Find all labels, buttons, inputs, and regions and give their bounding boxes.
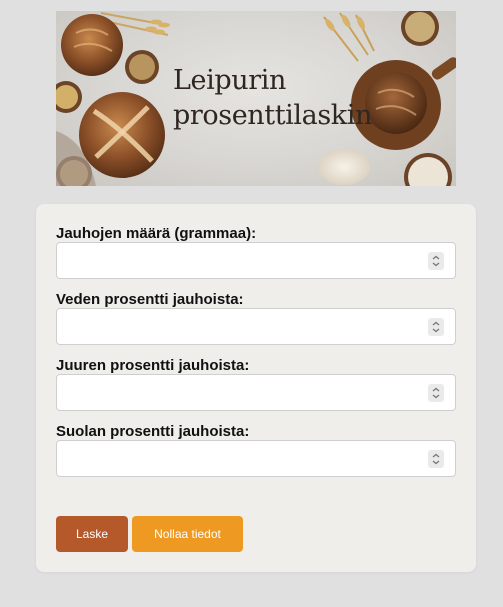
number-stepper[interactable] [428, 252, 444, 270]
starter-percent-input[interactable] [56, 374, 456, 411]
calculate-button[interactable]: Laske [56, 516, 128, 552]
flour-amount-input[interactable] [56, 242, 456, 279]
salt-percent-input[interactable] [56, 440, 456, 477]
water-percent-input[interactable] [56, 308, 456, 345]
header-banner: Leipurin prosenttilaskin [56, 11, 456, 186]
number-stepper[interactable] [428, 318, 444, 336]
salt-percent-label: Suolan prosentti jauhoista: [56, 423, 250, 440]
chevron-up-down-icon [432, 321, 440, 333]
chevron-up-down-icon [432, 255, 440, 267]
chevron-up-down-icon [432, 387, 440, 399]
banner-title-line1: Leipurin [173, 65, 286, 96]
chevron-up-down-icon [432, 453, 440, 465]
number-stepper[interactable] [428, 384, 444, 402]
calculator-form: Jauhojen määrä (grammaa): Veden prosentt… [36, 204, 476, 572]
starter-percent-label: Juuren prosentti jauhoista: [56, 357, 250, 374]
reset-button[interactable]: Nollaa tiedot [132, 516, 243, 552]
flour-amount-label: Jauhojen määrä (grammaa): [56, 225, 257, 242]
banner-title: Leipurin prosenttilaskin [173, 63, 372, 133]
number-stepper[interactable] [428, 450, 444, 468]
banner-title-line2: prosenttilaskin [173, 100, 372, 131]
water-percent-label: Veden prosentti jauhoista: [56, 291, 244, 308]
